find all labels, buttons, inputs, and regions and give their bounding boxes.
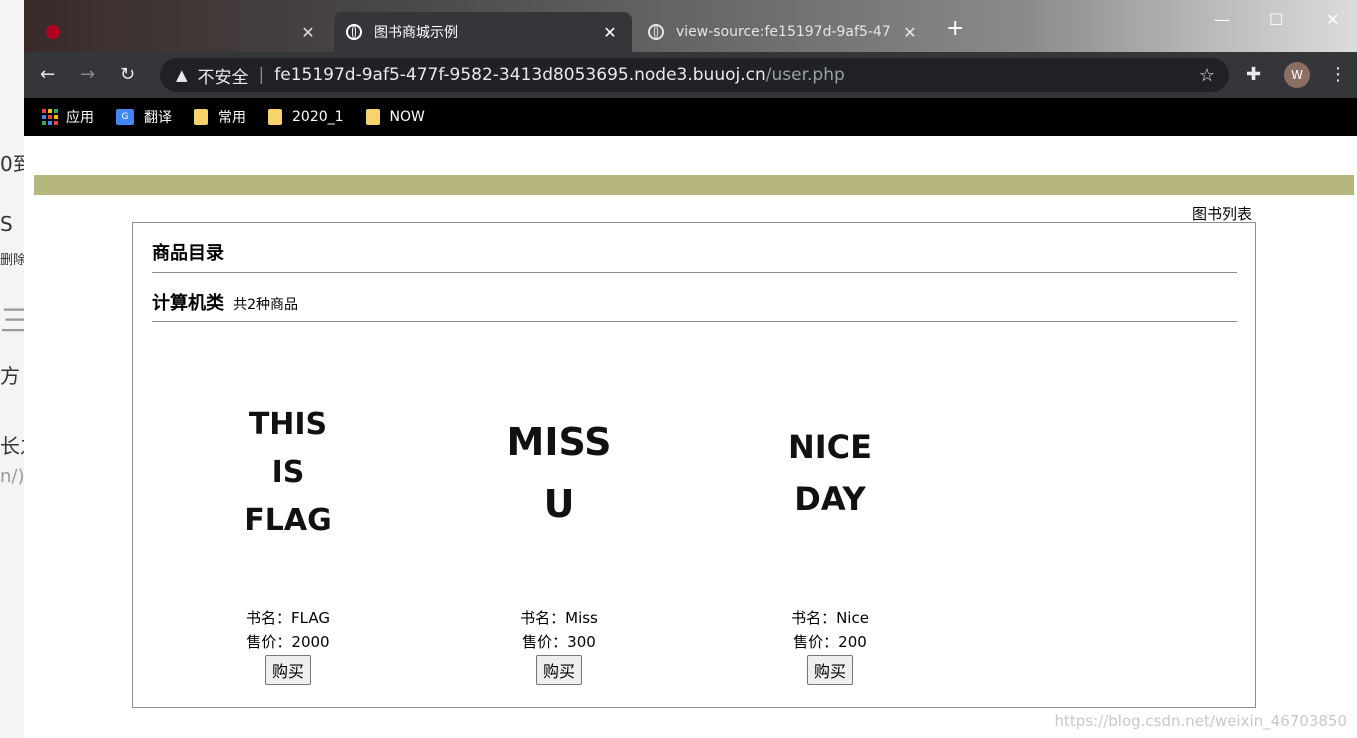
- background-text: 方: [0, 364, 20, 388]
- security-label[interactable]: 不安全: [198, 63, 249, 88]
- folder-icon: [268, 109, 282, 125]
- category-heading: 计算机类 共2种商品: [152, 289, 298, 315]
- close-icon[interactable]: ✕: [298, 23, 318, 42]
- divider: [152, 272, 1237, 273]
- tab-view-source[interactable]: view-source:fe15197d-9af5-47 ✕: [636, 12, 932, 52]
- tab-active[interactable]: 图书商城示例 ✕: [334, 12, 632, 52]
- bookmark-folder[interactable]: 2020_1: [268, 109, 344, 125]
- new-tab-button[interactable]: +: [946, 16, 964, 41]
- cover-text: MISS: [506, 420, 612, 464]
- background-window-strip: 0到 S 删除 三 方 长之 n/): [0, 0, 25, 738]
- book-cover[interactable]: MISS U: [459, 363, 659, 583]
- bookmark-label: 常用: [218, 110, 246, 126]
- book-price: 售价：300: [522, 633, 596, 651]
- book-item: NICE DAY 书名：Nice 售价：200 购买: [730, 363, 930, 685]
- warning-icon[interactable]: ▲: [176, 66, 188, 84]
- cover-text: DAY: [794, 480, 866, 518]
- forward-button[interactable]: →: [80, 64, 95, 85]
- extensions-icon[interactable]: ✚: [1246, 64, 1261, 85]
- folder-icon: [365, 109, 380, 125]
- cover-text: IS: [271, 455, 305, 490]
- tab-title: view-source:fe15197d-9af5-47: [676, 24, 891, 40]
- close-icon[interactable]: ✕: [600, 23, 620, 42]
- book-name: 书名：FLAG: [246, 609, 330, 627]
- bookmark-folder[interactable]: 常用: [194, 107, 246, 127]
- back-button[interactable]: ←: [40, 64, 55, 85]
- watermark: https://blog.csdn.net/weixin_46703850: [1054, 712, 1347, 730]
- book-list-link[interactable]: 图书列表: [1192, 203, 1252, 224]
- background-text: S: [0, 212, 13, 236]
- tab-background[interactable]: ✕: [34, 12, 330, 52]
- bookmark-apps[interactable]: 应用: [42, 107, 94, 127]
- bookmark-label: NOW: [389, 109, 425, 125]
- bookmark-translate[interactable]: G 翻译: [116, 107, 172, 127]
- page-content: 图书列表 商品目录 计算机类 共2种商品 THIS IS FLAG 书名：FLA…: [24, 136, 1357, 738]
- catalog-title: 商品目录: [152, 243, 224, 264]
- book-name: 书名：Miss: [520, 609, 598, 627]
- globe-icon: [648, 24, 664, 40]
- translate-icon: G: [116, 109, 134, 125]
- book-item: THIS IS FLAG 书名：FLAG 售价：2000 购买: [188, 363, 388, 685]
- bookmark-label: 翻译: [144, 110, 172, 126]
- catalog-box: 商品目录 计算机类 共2种商品 THIS IS FLAG 书名：FLAG 售价：…: [132, 222, 1256, 708]
- browser-toolbar: ← → ↻ ▲ 不安全 | fe15197d-9af5-477f-9582-34…: [24, 52, 1357, 98]
- buy-button[interactable]: 购买: [806, 655, 853, 685]
- background-text: 删除: [0, 253, 25, 268]
- url-path[interactable]: /user.php: [766, 65, 845, 85]
- buy-button[interactable]: 购买: [264, 655, 311, 685]
- bookmark-label: 应用: [66, 110, 94, 126]
- tab-bar: ✕ 图书商城示例 ✕ view-source:fe15197d-9af5-47 …: [24, 0, 1357, 52]
- book-price: 售价：2000: [246, 633, 330, 651]
- cover-text: FLAG: [244, 503, 332, 538]
- category-name: 计算机类: [152, 293, 224, 314]
- menu-icon[interactable]: ⋮: [1329, 64, 1347, 85]
- window-close-button[interactable]: ✕: [1326, 10, 1339, 29]
- background-text: 长之: [0, 434, 24, 458]
- book-name: 书名：Nice: [791, 609, 869, 627]
- bookmark-folder[interactable]: NOW: [365, 109, 425, 125]
- background-text: 三: [0, 296, 24, 340]
- maximize-button[interactable]: ☐: [1269, 10, 1283, 29]
- bookmark-label: 2020_1: [292, 109, 344, 125]
- reload-button[interactable]: ↻: [120, 64, 135, 85]
- background-text: 0到: [0, 152, 24, 176]
- cover-text: NICE: [787, 428, 873, 466]
- book-cover[interactable]: THIS IS FLAG: [188, 363, 388, 583]
- url-host[interactable]: fe15197d-9af5-477f-9582-3413d8053695.nod…: [274, 65, 765, 85]
- cover-text: THIS: [248, 407, 328, 442]
- apps-icon: [42, 109, 58, 125]
- avatar[interactable]: W: [1284, 62, 1310, 88]
- globe-icon: [346, 24, 362, 40]
- buy-button[interactable]: 购买: [535, 655, 582, 685]
- tab-title: 图书商城示例: [374, 25, 458, 41]
- book-price: 售价：200: [793, 633, 867, 651]
- site-favicon-icon: [46, 25, 60, 39]
- book-item: MISS U 书名：Miss 售价：300 购买: [459, 363, 659, 685]
- cover-text: U: [543, 482, 575, 526]
- header-bar: [34, 175, 1354, 195]
- bookmarks-bar: 应用 G 翻译 常用 2020_1 NOW: [24, 98, 1357, 136]
- book-cover[interactable]: NICE DAY: [730, 363, 930, 583]
- address-bar[interactable]: ▲ 不安全 | fe15197d-9af5-477f-9582-3413d805…: [160, 58, 1229, 92]
- folder-icon: [194, 109, 208, 125]
- category-count: 共2种商品: [233, 297, 299, 313]
- minimize-button[interactable]: —: [1214, 10, 1230, 29]
- divider: [152, 321, 1237, 322]
- background-text: n/): [0, 466, 25, 487]
- close-icon[interactable]: ✕: [900, 23, 920, 42]
- star-icon[interactable]: ☆: [1199, 65, 1215, 86]
- separator: |: [258, 65, 265, 85]
